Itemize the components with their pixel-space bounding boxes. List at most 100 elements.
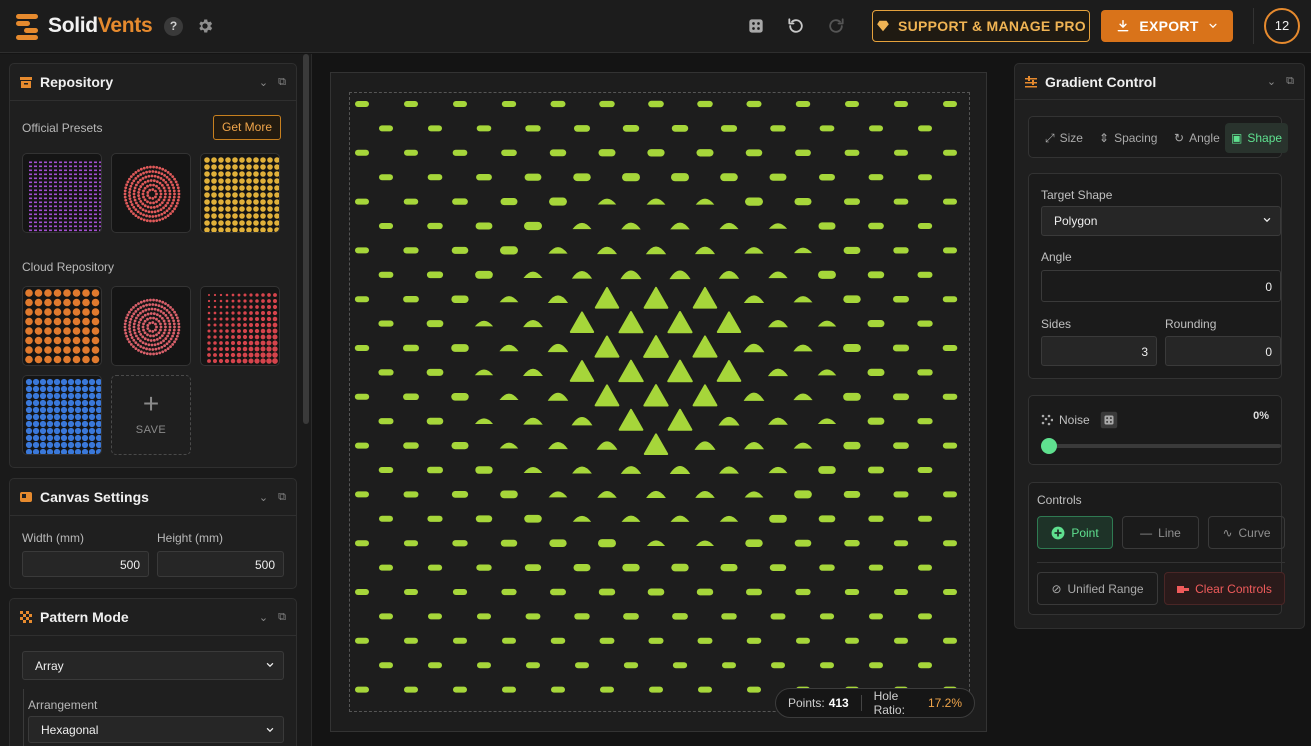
cloud-thumbnail[interactable] (200, 286, 280, 366)
thumb-dot (44, 225, 47, 228)
pattern-mode-header[interactable]: Pattern Mode ⌄ ⧉ (10, 599, 296, 636)
app-logo[interactable]: SolidVents (16, 13, 153, 40)
vent-hole (646, 490, 666, 498)
thumb-dot (139, 212, 143, 215)
noise-slider-track[interactable] (1041, 444, 1281, 448)
support-manage-pro-button[interactable]: SUPPORT & MANAGE PRO (872, 10, 1090, 42)
popout-icon[interactable]: ⧉ (1286, 75, 1294, 88)
gradient-control-header[interactable]: Gradient Control ⌄ ⧉ (1015, 64, 1304, 100)
export-button[interactable]: EXPORT (1101, 10, 1233, 42)
get-more-button[interactable]: Get More (213, 115, 281, 140)
tab-size[interactable]: ⤢ Size (1039, 123, 1089, 153)
thumb-dot (84, 213, 87, 216)
thumb-dot (125, 201, 129, 205)
line-control-button[interactable]: — Line (1122, 516, 1199, 549)
thumb-dot (91, 289, 100, 297)
chevron-down-icon (266, 662, 274, 668)
vent-hole (746, 637, 762, 644)
thumb-dot (146, 200, 149, 204)
cloud-thumbnail[interactable] (22, 375, 102, 455)
chevron-down-icon[interactable]: ⌄ (259, 76, 268, 89)
vent-pattern[interactable] (350, 93, 969, 711)
thumb-dot (168, 325, 172, 329)
chevron-down-icon[interactable]: ⌄ (1267, 75, 1276, 88)
thumb-dot (142, 166, 146, 170)
design-canvas[interactable] (330, 72, 987, 732)
clear-controls-button[interactable]: Clear Controls (1164, 572, 1285, 605)
thumb-dot (128, 207, 131, 211)
dice-icon[interactable] (746, 16, 766, 36)
curve-control-button[interactable]: ∿ Curve (1208, 516, 1285, 549)
redo-icon[interactable] (826, 16, 846, 36)
preset-thumbnail[interactable] (22, 153, 102, 233)
vent-hole (379, 613, 393, 620)
noise-slider-handle[interactable] (1041, 438, 1057, 454)
thumb-dot (156, 209, 160, 213)
thumb-dot (158, 166, 162, 170)
dice-icon[interactable] (1100, 411, 1118, 429)
thumb-dot (160, 201, 164, 205)
thumb-dot (94, 181, 97, 184)
tab-angle[interactable]: ↻ Angle (1168, 123, 1226, 153)
height-input[interactable]: 500 (157, 551, 284, 577)
thumb-dot (142, 328, 145, 332)
sides-input[interactable]: 3 (1041, 336, 1157, 366)
thumb-dot (159, 328, 162, 332)
thumb-dot (129, 342, 133, 346)
thumb-dot (25, 448, 33, 454)
preset-thumbnail[interactable] (200, 153, 280, 233)
thumb-dot (74, 225, 77, 228)
preset-thumbnail[interactable] (111, 153, 191, 233)
width-input[interactable]: 500 (22, 551, 149, 577)
target-shape-select[interactable]: Polygon (1041, 206, 1281, 236)
thumb-dot (89, 189, 92, 192)
curve-icon: ∿ (1222, 525, 1233, 540)
thumb-dot (274, 185, 279, 191)
thumb-dot (272, 358, 278, 364)
vent-hole (917, 466, 933, 474)
noise-icon (1041, 414, 1053, 426)
sidebar-scrollbar[interactable] (303, 54, 309, 424)
gear-icon[interactable] (196, 17, 214, 35)
pattern-mode-select[interactable]: Array (22, 651, 284, 680)
thumb-dot (53, 406, 61, 414)
unified-range-button[interactable]: ⊘ Unified Range (1037, 572, 1158, 605)
chevron-down-icon[interactable]: ⌄ (259, 611, 268, 624)
help-icon[interactable]: ? (164, 17, 183, 36)
thumb-dot (177, 195, 181, 199)
thumb-dot (49, 217, 52, 220)
tab-shape[interactable]: ▣ Shape (1225, 123, 1289, 153)
vent-hole (598, 588, 616, 596)
thumb-dot (94, 177, 97, 180)
popout-icon[interactable]: ⧉ (278, 611, 286, 624)
notification-badge[interactable]: 12 (1264, 8, 1300, 44)
angle-input[interactable]: 0 (1041, 270, 1281, 302)
thumb-dot (44, 327, 52, 335)
thumb-dot (156, 308, 160, 312)
chevron-down-icon[interactable]: ⌄ (259, 491, 268, 504)
save-preset-button[interactable]: + SAVE (111, 375, 191, 455)
thumb-dot (137, 348, 140, 352)
cloud-thumbnail[interactable] (111, 286, 191, 366)
popout-icon[interactable]: ⧉ (278, 76, 286, 89)
thumb-dot (162, 311, 165, 315)
vent-hole (523, 466, 543, 474)
thumb-dot (134, 341, 138, 345)
thumb-dot (29, 161, 32, 164)
repository-header[interactable]: Repository ⌄ ⧉ (10, 64, 296, 101)
point-control-button[interactable]: Point (1037, 516, 1113, 549)
cloud-thumbnail[interactable] (22, 286, 102, 366)
canvas-settings-header[interactable]: Canvas Settings ⌄ ⧉ (10, 479, 296, 516)
arrangement-select[interactable]: Hexagonal (28, 716, 284, 743)
undo-icon[interactable] (786, 16, 806, 36)
thumb-dot (128, 177, 131, 181)
rounding-input[interactable]: 0 (1165, 336, 1281, 366)
thumb-dot (69, 173, 72, 176)
tab-spacing[interactable]: ⇕ Spacing (1093, 123, 1163, 153)
thumb-dot (150, 210, 154, 214)
popout-icon[interactable]: ⧉ (278, 491, 286, 504)
thumb-dot (44, 169, 47, 172)
thumb-dot (231, 293, 235, 297)
vent-hole (451, 441, 469, 450)
thumb-dot (239, 227, 245, 232)
